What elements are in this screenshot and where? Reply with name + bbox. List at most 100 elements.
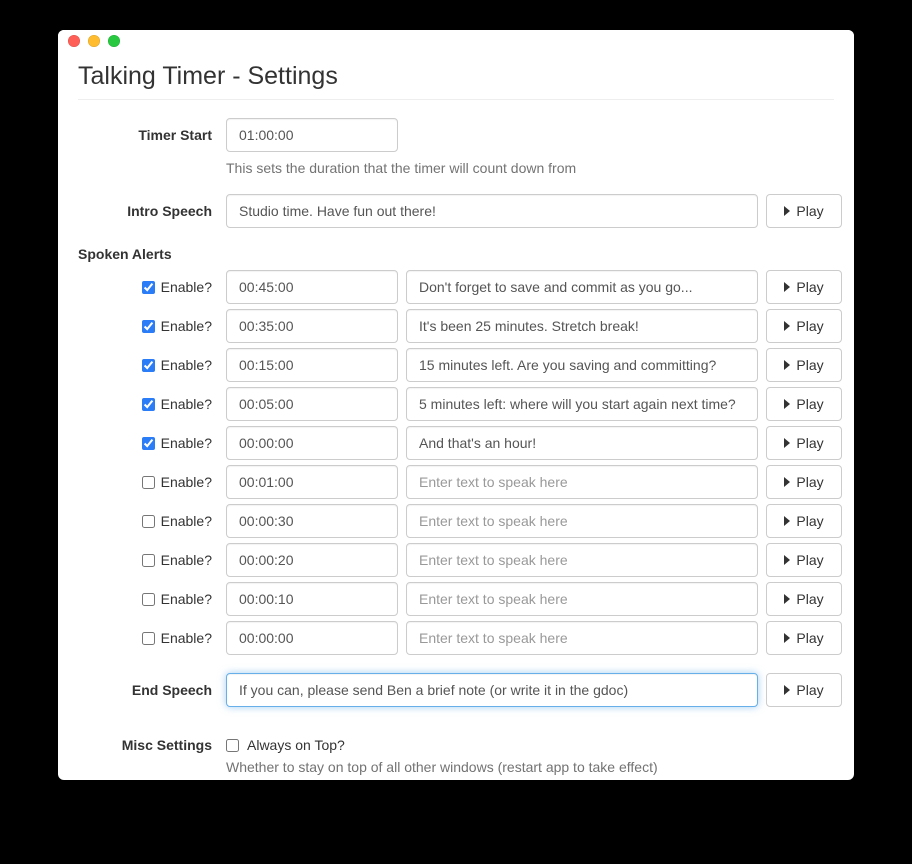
label-misc: Misc Settings	[78, 729, 218, 753]
alert-enable-checkbox[interactable]	[142, 554, 155, 567]
alert-text-input[interactable]	[406, 543, 758, 577]
label-end-speech: End Speech	[78, 682, 218, 698]
alert-play-label: Play	[796, 435, 823, 451]
alert-enable-checkbox[interactable]	[142, 359, 155, 372]
alert-row: Enable? Play	[78, 426, 834, 460]
alert-enable-label: Enable?	[161, 357, 212, 373]
play-icon	[784, 321, 790, 331]
alert-time-input[interactable]	[226, 387, 398, 421]
alert-play-button[interactable]: Play	[766, 504, 842, 538]
alert-enable-checkbox[interactable]	[142, 476, 155, 489]
alert-time-input[interactable]	[226, 309, 398, 343]
alert-enable-checkbox[interactable]	[142, 281, 155, 294]
play-intro-label: Play	[796, 203, 823, 219]
alert-time-input[interactable]	[226, 582, 398, 616]
window-minimize-icon[interactable]	[88, 35, 100, 47]
input-timer-start[interactable]	[226, 118, 398, 152]
alert-row: Enable? Play	[78, 504, 834, 538]
settings-form: Talking Timer - Settings Timer Start Thi…	[58, 62, 854, 780]
alert-time-input[interactable]	[226, 465, 398, 499]
alert-text-input[interactable]	[406, 504, 758, 538]
play-icon	[784, 282, 790, 292]
checkbox-always-on-top[interactable]	[226, 739, 239, 752]
alert-enable-cell: Enable?	[78, 396, 218, 412]
alert-time-input[interactable]	[226, 348, 398, 382]
alert-text-input[interactable]	[406, 582, 758, 616]
alert-enable-label: Enable?	[161, 279, 212, 295]
title-rule	[78, 99, 834, 100]
alert-enable-cell: Enable?	[78, 474, 218, 490]
page-title: Talking Timer - Settings	[78, 62, 834, 91]
alert-play-label: Play	[796, 513, 823, 529]
alert-time-input[interactable]	[226, 543, 398, 577]
row-misc: Misc Settings Always on Top? Whether to …	[78, 729, 834, 775]
alert-enable-checkbox[interactable]	[142, 515, 155, 528]
alert-time-input[interactable]	[226, 621, 398, 655]
alert-enable-checkbox[interactable]	[142, 437, 155, 450]
alert-time-input[interactable]	[226, 270, 398, 304]
help-timer-start: This sets the duration that the timer wi…	[226, 156, 834, 176]
input-end-speech[interactable]	[226, 673, 758, 707]
alert-enable-label: Enable?	[161, 396, 212, 412]
alert-enable-label: Enable?	[161, 435, 212, 451]
alert-play-label: Play	[796, 357, 823, 373]
spoken-alerts-list: Enable? Play Enable? Play Enable? Play Enable?…	[78, 270, 834, 659]
alert-enable-checkbox[interactable]	[142, 320, 155, 333]
alert-enable-label: Enable?	[161, 318, 212, 334]
alert-play-button[interactable]: Play	[766, 621, 842, 655]
alert-play-button[interactable]: Play	[766, 387, 842, 421]
alert-play-button[interactable]: Play	[766, 582, 842, 616]
alert-time-input[interactable]	[226, 426, 398, 460]
alert-enable-cell: Enable?	[78, 357, 218, 373]
input-intro-speech[interactable]	[226, 194, 758, 228]
alert-play-label: Play	[796, 474, 823, 490]
alert-enable-cell: Enable?	[78, 630, 218, 646]
window-close-icon[interactable]	[68, 35, 80, 47]
alert-text-input[interactable]	[406, 270, 758, 304]
alert-play-button[interactable]: Play	[766, 465, 842, 499]
alert-text-input[interactable]	[406, 309, 758, 343]
alert-enable-label: Enable?	[161, 630, 212, 646]
window-titlebar	[58, 30, 854, 52]
play-icon	[784, 516, 790, 526]
help-timer-start-row: This sets the duration that the timer wi…	[78, 156, 834, 176]
label-timer-start: Timer Start	[78, 127, 218, 143]
play-icon	[784, 633, 790, 643]
alert-enable-checkbox[interactable]	[142, 632, 155, 645]
alert-enable-label: Enable?	[161, 513, 212, 529]
alert-enable-label: Enable?	[161, 591, 212, 607]
alert-text-input[interactable]	[406, 426, 758, 460]
alert-row: Enable?Play	[78, 621, 834, 655]
window-zoom-icon[interactable]	[108, 35, 120, 47]
alert-enable-checkbox[interactable]	[142, 593, 155, 606]
alert-play-button[interactable]: Play	[766, 426, 842, 460]
alert-enable-cell: Enable?	[78, 318, 218, 334]
play-icon	[784, 438, 790, 448]
alert-play-button[interactable]: Play	[766, 270, 842, 304]
alert-play-label: Play	[796, 552, 823, 568]
label-always-on-top: Always on Top?	[247, 737, 345, 753]
play-end-button[interactable]: Play	[766, 673, 842, 707]
alert-play-button[interactable]: Play	[766, 348, 842, 382]
alert-text-input[interactable]	[406, 465, 758, 499]
alert-play-button[interactable]: Play	[766, 309, 842, 343]
play-icon	[784, 594, 790, 604]
alert-play-label: Play	[796, 396, 823, 412]
play-icon	[784, 555, 790, 565]
row-end-speech: End Speech Play	[78, 673, 834, 707]
play-icon	[784, 360, 790, 370]
alert-time-input[interactable]	[226, 504, 398, 538]
alert-play-button[interactable]: Play	[766, 543, 842, 577]
alert-enable-cell: Enable?	[78, 552, 218, 568]
heading-spoken-alerts: Spoken Alerts	[78, 246, 834, 262]
alert-row: Enable? Play	[78, 387, 834, 421]
help-misc: Whether to stay on top of all other wind…	[226, 753, 834, 775]
alert-text-input[interactable]	[406, 387, 758, 421]
alert-enable-cell: Enable?	[78, 513, 218, 529]
alert-text-input[interactable]	[406, 621, 758, 655]
alert-play-label: Play	[796, 318, 823, 334]
alert-enable-checkbox[interactable]	[142, 398, 155, 411]
alert-enable-label: Enable?	[161, 552, 212, 568]
alert-text-input[interactable]	[406, 348, 758, 382]
play-intro-button[interactable]: Play	[766, 194, 842, 228]
